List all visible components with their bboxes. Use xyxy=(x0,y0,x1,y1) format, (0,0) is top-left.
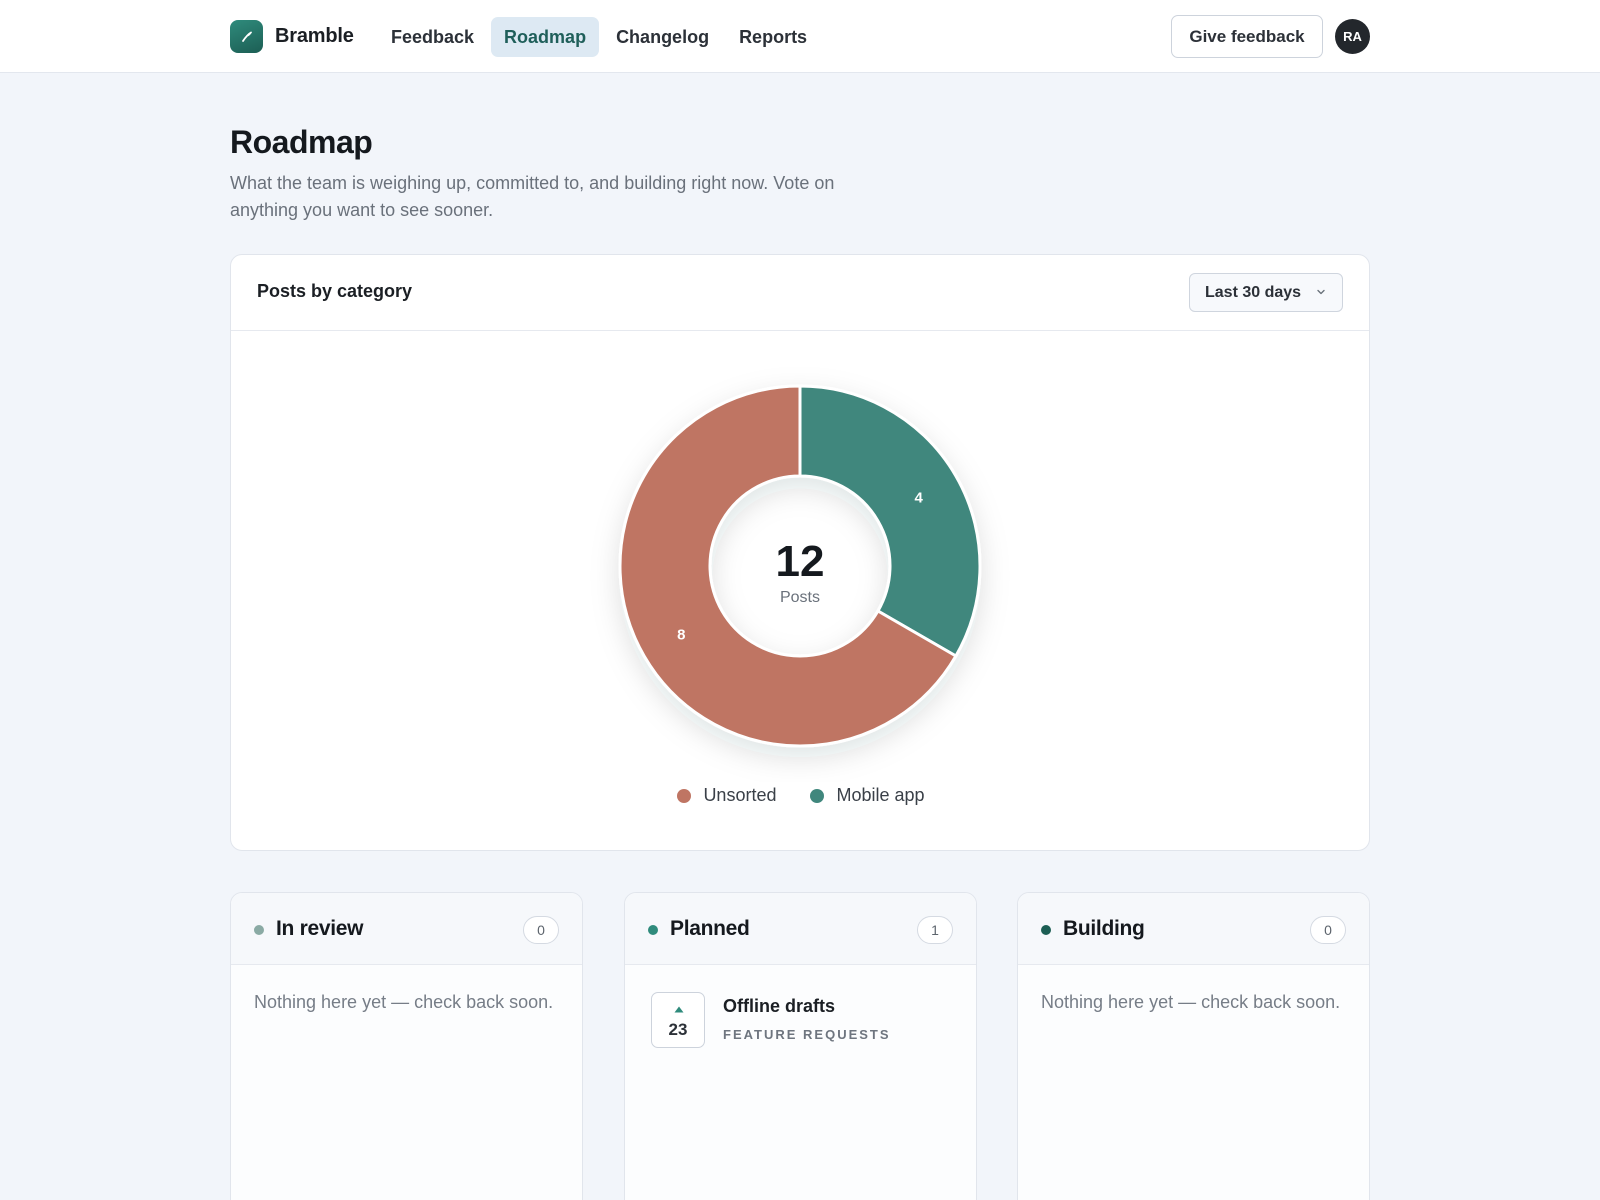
legend-swatch xyxy=(810,788,825,803)
slice-value-label: 4 xyxy=(914,490,923,507)
avatar[interactable]: RA xyxy=(1335,19,1370,54)
card-header: Posts by category Last 30 days xyxy=(231,255,1369,331)
post-category: FEATURE REQUESTS xyxy=(723,1027,891,1042)
column-title: Building xyxy=(1063,917,1145,940)
column-header: In review 0 xyxy=(231,893,582,965)
legend-label: Mobile app xyxy=(836,785,925,805)
legend-swatch xyxy=(677,788,692,803)
column-title: Planned xyxy=(670,917,750,940)
donut-center-value: 12 xyxy=(776,537,825,586)
legend-item-unsorted[interactable]: Unsorted xyxy=(677,785,776,806)
column-title: In review xyxy=(276,917,364,940)
empty-state: Nothing here yet — check back soon. xyxy=(254,992,554,1012)
status-dot xyxy=(1041,925,1051,935)
status-dot xyxy=(254,925,264,935)
leaf-logo-icon xyxy=(230,20,263,53)
nav-feedback[interactable]: Feedback xyxy=(378,17,487,57)
post-card[interactable]: 23 Offline drafts FEATURE REQUESTS xyxy=(651,992,951,1048)
column-planned: Planned 1 23 Offline drafts FEATURE REQU… xyxy=(624,892,977,1200)
brand[interactable]: Bramble xyxy=(230,20,354,53)
nav-roadmap[interactable]: Roadmap xyxy=(491,17,600,57)
chevron-down-icon xyxy=(1317,289,1325,295)
nav-changelog[interactable]: Changelog xyxy=(603,17,722,57)
post-title: Offline drafts xyxy=(723,996,836,1016)
status-dot xyxy=(648,925,658,935)
page-subtitle: What the team is weighing up, committed … xyxy=(230,173,835,220)
give-feedback-button[interactable]: Give feedback xyxy=(1171,15,1323,58)
column-in-review: In review 0 Nothing here yet — check bac… xyxy=(230,892,583,1200)
count-badge: 0 xyxy=(523,916,559,944)
brand-name: Bramble xyxy=(275,25,354,47)
page-title: Roadmap xyxy=(230,124,373,160)
column-header: Planned 1 xyxy=(625,893,976,965)
empty-state: Nothing here yet — check back soon. xyxy=(1041,992,1341,1012)
top-bar: Bramble Feedback Roadmap Changelog Repor… xyxy=(0,0,1600,73)
nav-reports[interactable]: Reports xyxy=(726,17,820,57)
slice-value-label: 8 xyxy=(677,627,685,644)
legend-item-mobile-app[interactable]: Mobile app xyxy=(810,785,925,806)
upvote-arrow-icon xyxy=(674,1006,684,1013)
column-header: Building 0 xyxy=(1018,893,1369,965)
column-building: Building 0 Nothing here yet — check back… xyxy=(1017,892,1370,1200)
date-range-select[interactable]: Last 30 days xyxy=(1189,273,1343,312)
donut-center-label: Posts xyxy=(780,589,820,606)
main-nav: Feedback Roadmap Changelog Reports xyxy=(378,17,820,57)
chart-legend: Unsorted Mobile app xyxy=(231,785,1369,806)
upvote-button[interactable]: 23 xyxy=(651,992,705,1048)
posts-by-category-card: Posts by category Last 30 days 4 8 12 Pos… xyxy=(230,254,1370,851)
card-title: Posts by category xyxy=(257,281,413,301)
legend-label: Unsorted xyxy=(703,785,777,805)
donut-slice-mobile-app[interactable] xyxy=(798,384,982,658)
count-badge: 0 xyxy=(1310,916,1346,944)
vote-count: 23 xyxy=(668,1020,688,1039)
date-range-label: Last 30 days xyxy=(1205,283,1302,301)
count-badge: 1 xyxy=(917,916,953,944)
donut-chart: 4 8 12 Posts xyxy=(618,384,982,748)
